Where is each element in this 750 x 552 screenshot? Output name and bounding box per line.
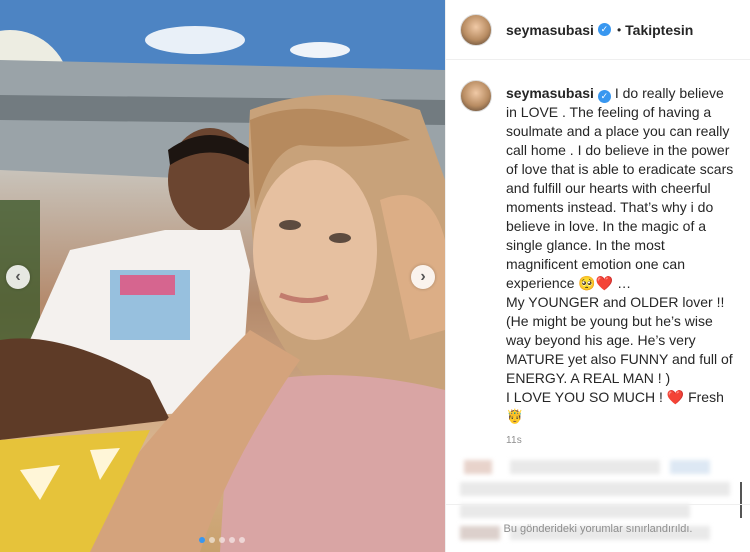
carousel-dot	[229, 537, 235, 543]
post-header: seymasubasi ✓ • Takiptesin	[446, 0, 750, 60]
post-side-panel: seymasubasi ✓ • Takiptesin seymasubasi ✓ …	[445, 0, 750, 552]
carousel-next-button[interactable]: ›	[411, 265, 435, 289]
verified-badge-icon: ✓	[597, 90, 611, 103]
carousel-dot	[209, 537, 215, 543]
carousel-dot	[239, 537, 245, 543]
avatar[interactable]	[460, 13, 492, 46]
chevron-right-icon: ›	[420, 268, 426, 285]
carousel-dot	[199, 537, 205, 543]
comments-restricted-notice: Bu gönderideki yorumlar sınırlandırıldı.	[446, 504, 750, 552]
carousel-dot	[219, 537, 225, 543]
caption-paragraph: I do really believe in LOVE . The feelin…	[506, 85, 738, 291]
post-caption: seymasubasi ✓ I do really believe in LOVE…	[446, 60, 750, 426]
following-button[interactable]: Takiptesin	[625, 22, 693, 38]
post-photo[interactable]: ‹ ›	[0, 0, 445, 552]
carousel-prev-button[interactable]: ‹	[6, 265, 30, 289]
caption-text: seymasubasi ✓ I do really believe in LOVE…	[506, 84, 736, 426]
carousel-indicator	[199, 537, 245, 543]
caption-username-link[interactable]: seymasubasi	[506, 85, 594, 101]
caption-paragraph: My YOUNGER and OLDER lover !! (He might …	[506, 294, 737, 386]
chevron-left-icon: ‹	[15, 268, 21, 285]
avatar[interactable]	[460, 80, 492, 112]
photo-image	[0, 0, 445, 552]
separator-dot: •	[616, 22, 622, 37]
username-link[interactable]: seymasubasi	[506, 22, 594, 38]
post-timestamp[interactable]: 11s	[506, 435, 750, 446]
verified-badge-icon: ✓	[597, 23, 611, 36]
caption-paragraph: I LOVE YOU SO MUCH ! ❤️ Fresh 🤴	[506, 389, 728, 424]
